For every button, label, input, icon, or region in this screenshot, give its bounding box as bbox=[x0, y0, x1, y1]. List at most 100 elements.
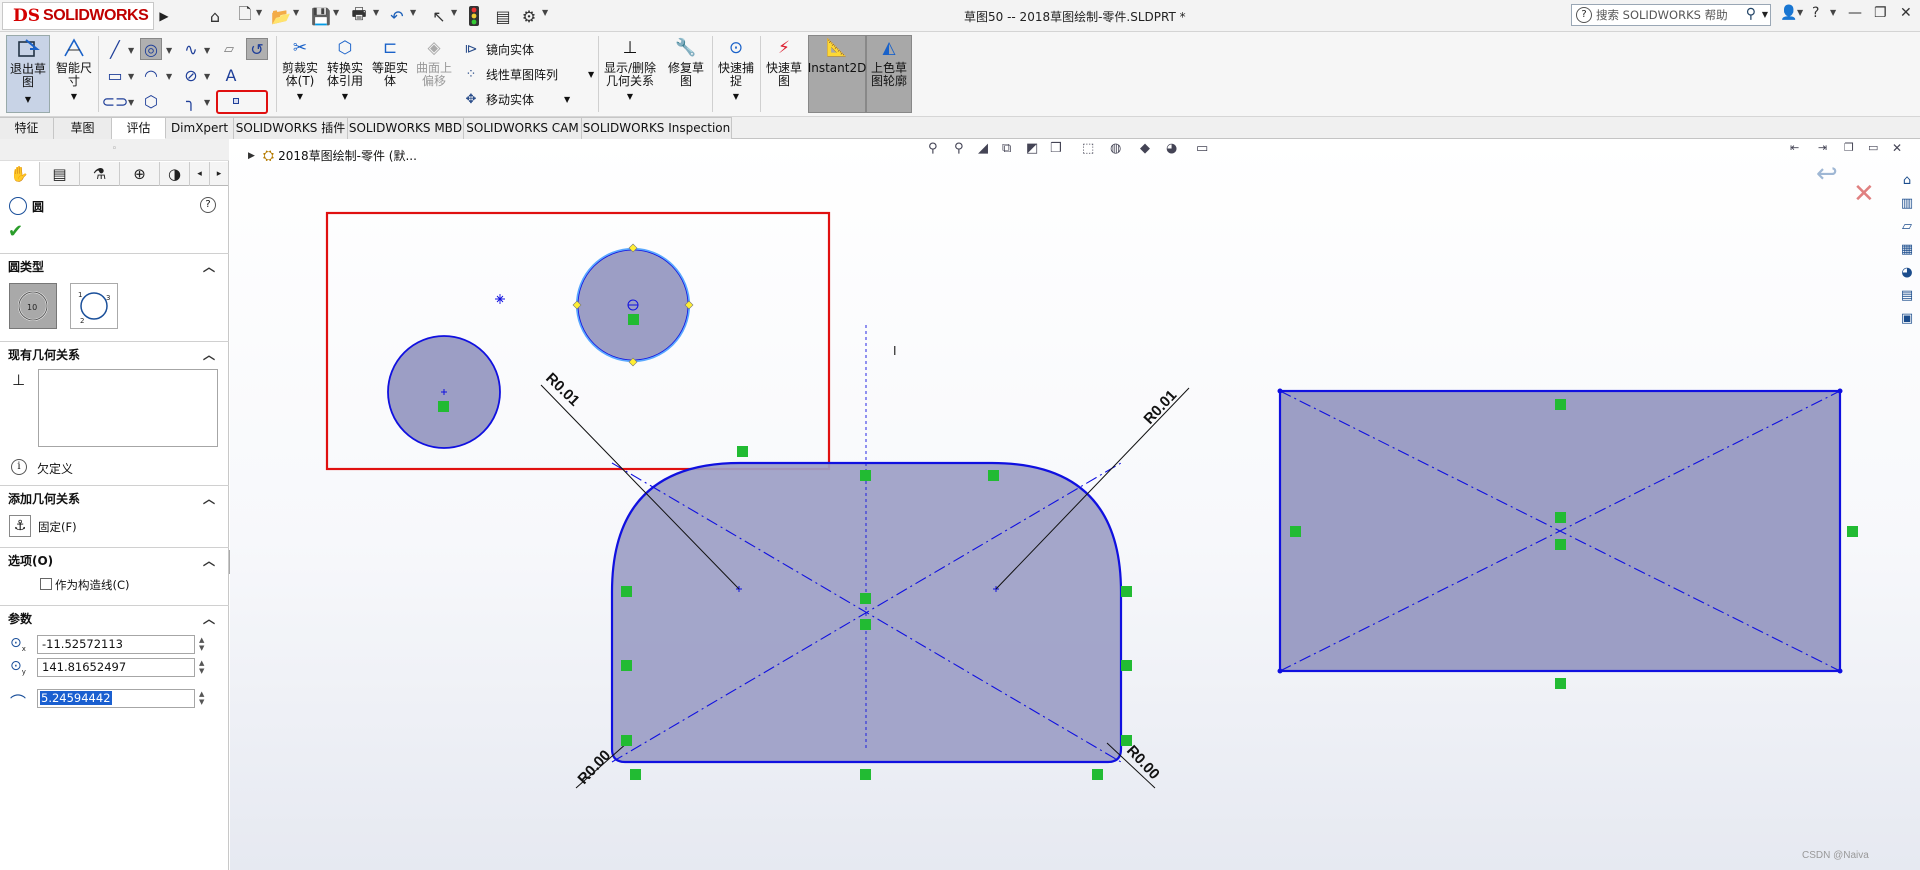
text-tool-icon[interactable]: A bbox=[220, 64, 242, 86]
center-y-field[interactable]: 141.81652497 bbox=[37, 658, 195, 677]
collapse-chevron-icon[interactable]: ︿ bbox=[203, 489, 215, 509]
open-icon[interactable]: 📂 bbox=[270, 5, 292, 27]
tab-solidworks-inspection[interactable]: SOLIDWORKS Inspection bbox=[582, 117, 732, 139]
surface-offset-button[interactable]: ◈ 曲面上偏移 bbox=[414, 36, 454, 88]
radius-field[interactable]: 5.24594442 bbox=[37, 689, 195, 708]
undo-icon[interactable]: ↶ bbox=[386, 5, 408, 27]
smart-dimension-button[interactable]: 智能尺寸 ▼ bbox=[54, 36, 94, 103]
center-circle-type-button[interactable]: 10 bbox=[9, 283, 57, 329]
ellipse-tool-icon[interactable]: ⊘ bbox=[180, 64, 202, 86]
new-caret-icon[interactable]: ▼ bbox=[256, 8, 262, 17]
repair-sketch-button[interactable]: 🔧 修复草图 bbox=[664, 36, 708, 88]
file-explorer-icon[interactable]: ▱ bbox=[1896, 215, 1918, 237]
convert-entities-button[interactable]: ⬡ 转换实体引用 ▼ bbox=[324, 36, 366, 103]
spline-tool-icon[interactable]: ∿ bbox=[180, 38, 202, 60]
circle-caret-icon[interactable]: ▼ bbox=[166, 46, 172, 55]
fix-relation-icon[interactable]: ⚓ bbox=[9, 515, 31, 537]
collapse-chevron-icon[interactable]: ︿ bbox=[203, 551, 215, 571]
help-icon[interactable]: ? bbox=[1812, 5, 1819, 21]
tab-evaluate[interactable]: 评估 bbox=[112, 117, 166, 139]
collapse-chevron-icon[interactable]: ︿ bbox=[203, 257, 215, 277]
options-header[interactable]: 选项(O) ︿ bbox=[0, 551, 229, 571]
print-caret-icon[interactable]: ▼ bbox=[373, 8, 379, 17]
offset-entities-button[interactable]: ⊏ 等距实体 bbox=[370, 36, 410, 88]
polygon-tool-icon[interactable]: ⬡ bbox=[140, 90, 162, 112]
rebuild-traffic-light-icon[interactable] bbox=[467, 5, 481, 27]
save-caret-icon[interactable]: ▼ bbox=[333, 8, 339, 17]
mirror-entities-button[interactable]: ⧐ 镜向实体 bbox=[462, 40, 535, 58]
collapse-chevron-icon[interactable]: ︿ bbox=[203, 609, 215, 629]
forum-icon[interactable]: ▣ bbox=[1896, 307, 1918, 329]
display-delete-relations-button[interactable]: ⊥ 显示/删除几何关系 ▼ bbox=[602, 36, 658, 103]
radius-dimension-label[interactable]: R0.01 bbox=[1140, 387, 1180, 428]
solidworks-logo[interactable]: DS SOLIDWORKS bbox=[2, 2, 154, 30]
center-x-field[interactable]: -11.52572113 bbox=[37, 635, 195, 654]
tab-scroll-left-icon[interactable]: ◂ bbox=[190, 162, 210, 186]
tab-features[interactable]: 特征 bbox=[0, 117, 54, 139]
fillet-caret-icon[interactable]: ▼ bbox=[204, 98, 210, 107]
panel-splitter-handle[interactable]: ◦ bbox=[0, 139, 229, 161]
linear-pattern-button[interactable]: ⁘ 线性草图阵列 ▼ bbox=[462, 65, 595, 83]
circle-tool-icon[interactable]: ◎ bbox=[140, 38, 162, 60]
center-y-spinner-icon[interactable]: ▲ ▼ bbox=[199, 659, 209, 675]
panel-help-icon[interactable]: ? bbox=[200, 197, 216, 213]
tab-scroll-right-icon[interactable]: ▸ bbox=[210, 162, 229, 186]
move-entities-button[interactable]: ✥ 移动实体 ▼ bbox=[462, 90, 571, 108]
spline-caret-icon[interactable]: ▼ bbox=[204, 46, 210, 55]
close-icon[interactable]: ✕ bbox=[1900, 5, 1912, 21]
plane-icon[interactable]: ▱ bbox=[218, 38, 240, 60]
trim-entities-button[interactable]: ✂ 剪裁实体(T) ▼ bbox=[280, 36, 320, 103]
rectangle-tool-icon[interactable]: ▭ bbox=[104, 64, 126, 86]
arc-tool-icon[interactable]: ◠ bbox=[140, 64, 162, 86]
feature-manager-tab-icon[interactable]: ✋ bbox=[0, 162, 40, 186]
tab-solidworks-mbd[interactable]: SOLIDWORKS MBD bbox=[348, 117, 464, 139]
exit-sketch-button[interactable]: 退出草图 ▼ bbox=[6, 35, 50, 113]
search-caret-icon[interactable]: ▼ bbox=[1762, 10, 1768, 19]
undo-caret-icon[interactable]: ▼ bbox=[410, 8, 416, 17]
new-document-icon[interactable]: 🗋 bbox=[234, 4, 256, 27]
arc-caret-icon[interactable]: ▼ bbox=[166, 72, 172, 81]
property-manager-tab-icon[interactable]: ▤ bbox=[40, 162, 80, 186]
add-relations-header[interactable]: 添加几何关系 ︿ bbox=[0, 489, 229, 509]
ellipse-caret-icon[interactable]: ▼ bbox=[204, 72, 210, 81]
sketch-point[interactable] bbox=[495, 294, 505, 304]
line-tool-icon[interactable]: ╱ bbox=[104, 38, 126, 60]
minimize-icon[interactable]: — bbox=[1848, 5, 1862, 21]
tab-solidworks-addins[interactable]: SOLIDWORKS 插件 bbox=[234, 117, 348, 139]
coincident-relation-icon[interactable] bbox=[438, 401, 449, 412]
custom-properties-icon[interactable]: ▤ bbox=[1896, 284, 1918, 306]
options-gear-icon[interactable]: ⚙ bbox=[518, 5, 540, 27]
help-caret-icon[interactable]: ▼ bbox=[1830, 8, 1836, 17]
rectangle-caret-icon[interactable]: ▼ bbox=[128, 72, 134, 81]
ok-checkmark-icon[interactable]: ✔ bbox=[8, 221, 23, 242]
sketch-circle-2-selected[interactable] bbox=[572, 243, 694, 367]
options-caret-icon[interactable]: ▼ bbox=[542, 8, 548, 17]
restore-icon[interactable]: ❐ bbox=[1874, 5, 1887, 21]
appearances-icon[interactable]: ◕ bbox=[1896, 261, 1918, 283]
coincident-relation-icon[interactable] bbox=[628, 314, 639, 325]
user-caret-icon[interactable]: ▼ bbox=[1797, 8, 1803, 17]
slot-tool-icon[interactable]: ⊂⊃ bbox=[102, 90, 129, 112]
fix-relation-label[interactable]: 固定(F) bbox=[38, 519, 77, 535]
tab-sketch[interactable]: 草图 bbox=[54, 117, 112, 139]
sketch-picture-icon[interactable]: ↺ bbox=[246, 38, 268, 60]
search-icon[interactable]: ⚲ bbox=[1746, 6, 1756, 22]
instant2d-button[interactable]: 📐 Instant2D bbox=[808, 35, 866, 113]
collapse-chevron-icon[interactable]: ︿ bbox=[203, 345, 215, 365]
home-icon[interactable]: ⌂ bbox=[204, 5, 226, 27]
rounded-sketch-profile[interactable] bbox=[540, 325, 1190, 789]
construction-checkbox[interactable] bbox=[40, 578, 52, 590]
perimeter-circle-type-button[interactable]: 1 3 2 bbox=[70, 283, 118, 329]
line-caret-icon[interactable]: ▼ bbox=[128, 46, 134, 55]
graphics-area[interactable]: ▶ ⛭ 2018草图绘制-零件 (默... ⚲ ⚲ ◢ ⧉ ◩ ❒ ⬚ ◍ ◆ … bbox=[230, 139, 1920, 870]
resources-home-icon[interactable]: ⌂ bbox=[1896, 169, 1918, 191]
rapid-sketch-button[interactable]: ⚡ 快速草图 bbox=[764, 36, 804, 88]
file-properties-icon[interactable]: ▤ bbox=[492, 5, 514, 27]
display-manager-tab-icon[interactable]: ◑ bbox=[160, 162, 190, 186]
viewport-close-icon[interactable]: ✕ bbox=[1892, 141, 1902, 155]
radius-spinner-icon[interactable]: ▲ ▼ bbox=[199, 690, 209, 706]
sketch-viewport[interactable]: R0.01 R0.01 R0.00 R0.00 I bbox=[230, 139, 1890, 870]
configuration-manager-tab-icon[interactable]: ⚗ bbox=[80, 162, 120, 186]
tab-solidworks-cam[interactable]: SOLIDWORKS CAM bbox=[464, 117, 582, 139]
open-caret-icon[interactable]: ▼ bbox=[293, 8, 299, 17]
